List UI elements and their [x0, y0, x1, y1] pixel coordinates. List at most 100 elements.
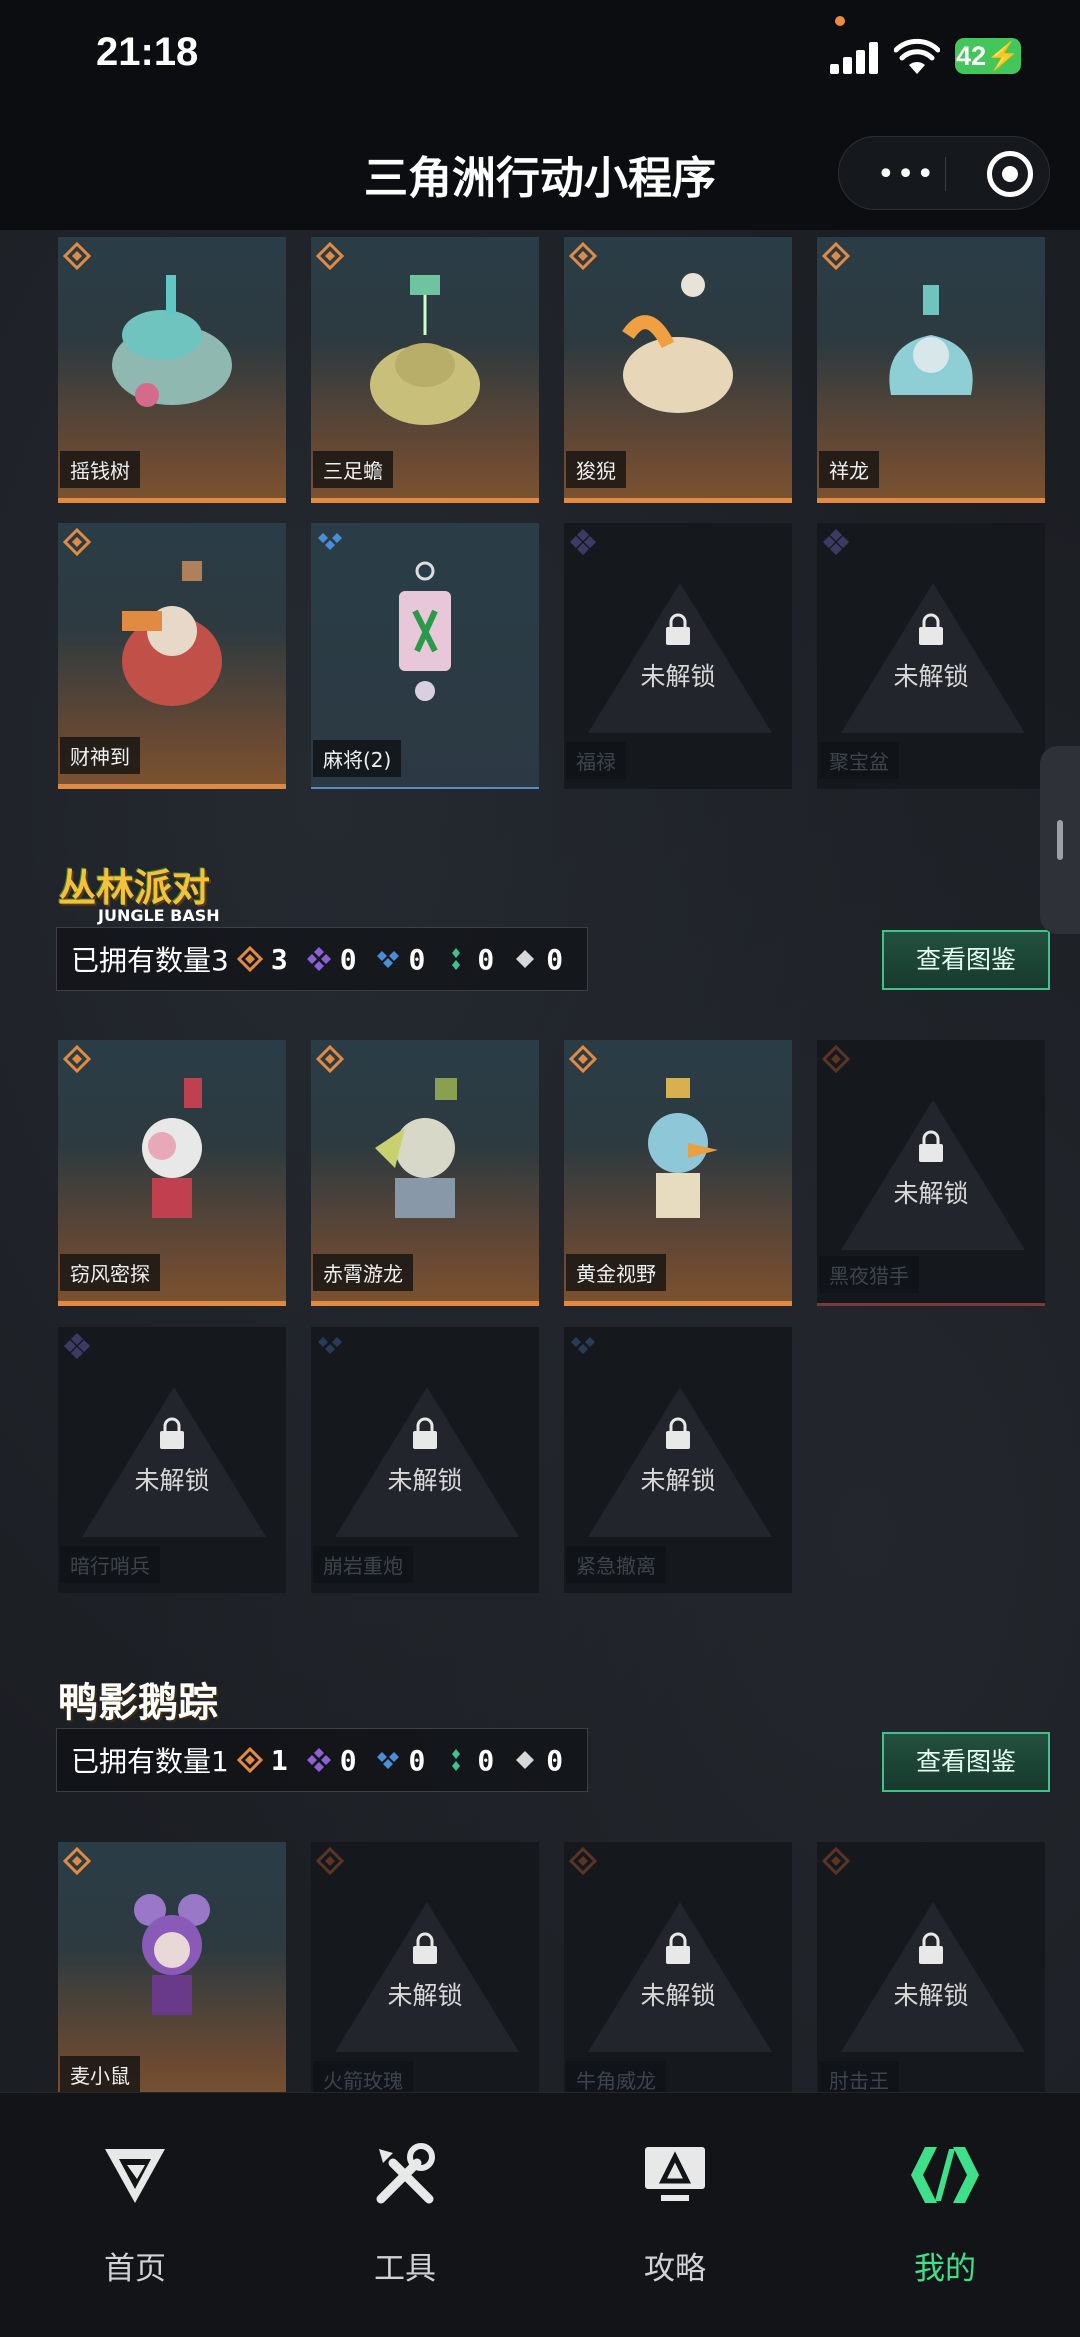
charm-card-locked[interactable]: 未解锁 火箭玫瑰	[311, 1842, 539, 2092]
charm-card-locked[interactable]: 未解锁 福禄	[564, 523, 792, 789]
lock-icon	[666, 1932, 690, 1964]
purple-rarity-icon	[306, 947, 331, 971]
charm-name: 福禄	[566, 742, 626, 779]
locked-text: 未解锁	[387, 1466, 463, 1495]
lock-icon	[160, 1417, 184, 1449]
orange-rarity-icon	[821, 1044, 851, 1074]
charm-card-locked[interactable]: 未解锁 肘击王	[817, 1842, 1045, 2092]
orange-rarity-icon	[62, 241, 92, 271]
charm-card-locked[interactable]: 未解锁 黑夜猎手	[817, 1040, 1045, 1306]
white-rarity-icon	[516, 1751, 535, 1769]
lock-icon	[413, 1932, 437, 1964]
wheat-mouse-charm-image	[134, 1894, 210, 2015]
tab-profile[interactable]: 我的	[810, 2093, 1080, 2293]
lock-icon	[413, 1417, 437, 1449]
charm-name: 暗行哨兵	[60, 1546, 160, 1583]
owned-label: 已拥有数量1	[71, 1745, 229, 1778]
charm-card[interactable]: 摇钱树	[58, 237, 286, 503]
charm-card-locked[interactable]: 未解锁 紧急撤离	[564, 1327, 792, 1593]
collection-content[interactable]: 摇钱树 三足蟾 狻猊 祥龙 财神到 麻将(2) 未解锁 福禄 未解锁 聚宝盆 丛…	[0, 230, 1080, 2092]
tab-guide[interactable]: 攻略	[540, 2093, 810, 2293]
charm-name: 紧急撤离	[566, 1546, 666, 1583]
lock-icon	[919, 613, 943, 645]
charm-name: 三足蟾	[313, 451, 393, 488]
monitor-guide-icon	[645, 2147, 705, 2201]
wifi-icon	[894, 38, 940, 74]
profile-logo-icon	[911, 2147, 979, 2203]
scroll-handle[interactable]	[1040, 746, 1080, 934]
charm-card-locked[interactable]: 未解锁 崩岩重炮	[311, 1327, 539, 1593]
green-count: 0	[477, 1743, 495, 1777]
purple-count: 0	[339, 942, 357, 976]
charm-card[interactable]: 窃风密探	[58, 1040, 286, 1306]
orange-rarity-icon	[62, 1044, 92, 1074]
orange-count: 1	[270, 1743, 288, 1777]
locked-text: 未解锁	[640, 1981, 716, 2010]
capsule-divider	[945, 157, 946, 191]
charm-card[interactable]: 麻将(2)	[311, 523, 539, 789]
charm-card[interactable]: 财神到	[58, 523, 286, 789]
tab-home[interactable]: 首页	[0, 2093, 270, 2293]
locked-text: 未解锁	[893, 662, 969, 691]
charm-name: 财神到	[60, 737, 140, 774]
locked-text: 未解锁	[893, 1179, 969, 1208]
charm-name: 牛角威龙	[566, 2061, 666, 2092]
golden-vision-charm-image	[648, 1078, 718, 1218]
lock-icon	[666, 613, 690, 645]
blue-count: 0	[408, 1743, 426, 1777]
charm-name: 祥龙	[819, 451, 879, 488]
blue-rarity-icon	[571, 1337, 595, 1354]
orange-rarity-icon	[62, 1846, 92, 1876]
charm-card[interactable]: 赤霄游龙	[311, 1040, 539, 1306]
jungle-bash-logo: 丛林派对 JUNGLE BASH	[58, 857, 220, 925]
locked-text: 未解锁	[640, 1466, 716, 1495]
white-rarity-icon	[516, 950, 535, 968]
charm-card[interactable]: 黄金视野	[564, 1040, 792, 1306]
tab-tools[interactable]: 工具	[270, 2093, 540, 2293]
jungle-bash-logo-subtitle: JUNGLE BASH	[98, 906, 220, 925]
red-dragon-charm-image	[375, 1078, 457, 1218]
close-mini-program-icon[interactable]	[987, 151, 1033, 197]
charm-card[interactable]: 三足蟾	[311, 237, 539, 503]
charm-name: 狻猊	[566, 451, 626, 488]
purple-rarity-icon	[306, 1748, 331, 1772]
toad-charm-image	[370, 275, 480, 425]
wind-spy-charm-image	[142, 1078, 202, 1218]
green-rarity-icon	[452, 948, 461, 970]
status-bar: 21:18 42⚡	[0, 0, 1080, 120]
charm-card-locked[interactable]: 未解锁 暗行哨兵	[58, 1327, 286, 1593]
locked-text: 未解锁	[387, 1981, 463, 2010]
charm-name: 肘击王	[819, 2061, 899, 2092]
charm-card[interactable]: 祥龙	[817, 237, 1045, 503]
view-collection-button[interactable]: 查看图鉴	[882, 930, 1050, 990]
orange-rarity-icon	[62, 527, 92, 557]
locked-text: 未解锁	[134, 1466, 210, 1495]
more-options-icon[interactable]: •••	[877, 157, 936, 192]
charm-card[interactable]: 狻猊	[564, 237, 792, 503]
blue-rarity-icon	[376, 1752, 399, 1769]
purple-rarity-icon	[64, 1333, 90, 1359]
money-tree-charm-image	[112, 275, 232, 407]
tab-label: 首页	[104, 2251, 166, 2287]
locked-text: 未解锁	[893, 1981, 969, 2010]
charm-card-locked[interactable]: 未解锁 聚宝盆	[817, 523, 1045, 789]
charm-name: 火箭玫瑰	[313, 2061, 413, 2092]
mahjong-charm-image	[399, 561, 451, 701]
blue-rarity-icon	[376, 951, 399, 968]
charging-icon: ⚡	[986, 41, 1020, 71]
blue-rarity-icon	[318, 1337, 342, 1354]
dragon-charm-image	[889, 285, 973, 395]
charm-card[interactable]: 麦小鼠	[58, 1842, 286, 2092]
green-count: 0	[477, 942, 495, 976]
view-collection-button[interactable]: 查看图鉴	[882, 1732, 1050, 1792]
lock-icon	[666, 1417, 690, 1449]
nav-bar: 三角洲行动小程序 •••	[0, 120, 1080, 230]
white-count: 0	[546, 942, 564, 976]
bottom-tab-bar: 首页 工具 攻略 我的	[0, 2092, 1080, 2337]
charm-card-locked[interactable]: 未解锁 牛角威龙	[564, 1842, 792, 2092]
tab-label: 工具	[374, 2251, 436, 2287]
tools-icon	[376, 2143, 435, 2204]
delta-logo-icon	[105, 2149, 165, 2203]
charm-name: 摇钱树	[60, 451, 140, 488]
owned-label: 已拥有数量3	[71, 944, 229, 977]
